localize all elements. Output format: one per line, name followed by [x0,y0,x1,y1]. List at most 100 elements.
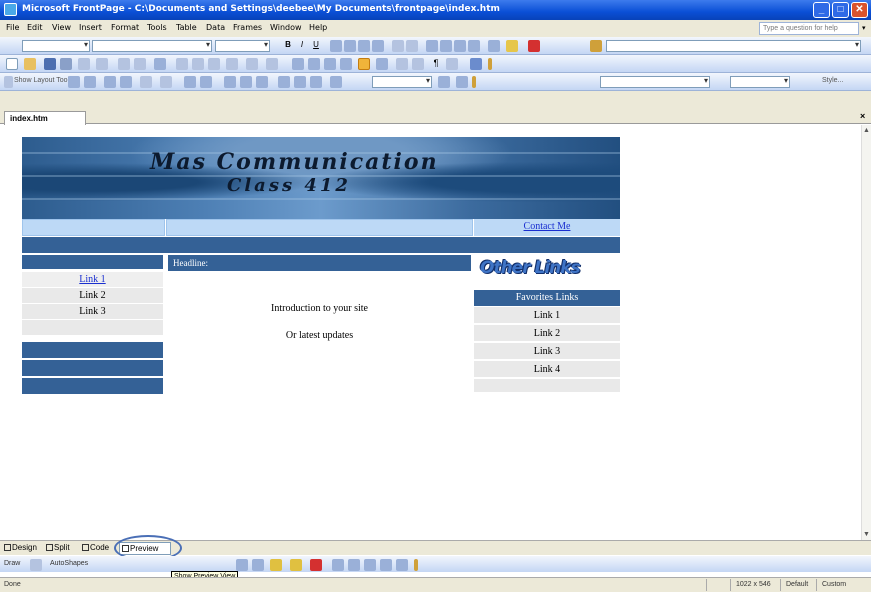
menu-frames[interactable]: Frames [233,23,262,32]
font-size-combo[interactable] [215,40,270,52]
show-layout-tool-button[interactable]: Show Layout Tool [14,77,69,84]
paste-icon[interactable] [208,58,220,70]
3d-style-icon[interactable] [396,559,408,571]
vertical-scrollbar[interactable]: ▲ ▼ [861,125,871,540]
right-link-2[interactable]: Link 2 [474,325,620,342]
hyperlink-icon[interactable] [376,58,388,70]
merge-cells-icon[interactable] [184,76,196,88]
underline-icon[interactable]: U [310,40,322,52]
stop-icon[interactable] [412,58,424,70]
draw-menu-button[interactable]: Draw [4,560,20,567]
cut-icon[interactable] [176,58,188,70]
increase-font-icon[interactable] [392,40,404,52]
insert-picture-icon[interactable] [340,58,352,70]
close-document-icon[interactable]: × [860,111,865,121]
undo-icon[interactable] [246,58,258,70]
minimize-button[interactable]: _ [813,2,830,18]
layout-cell-icon[interactable] [84,76,96,88]
print-icon[interactable] [118,58,130,70]
web-component-icon[interactable] [446,58,458,70]
refresh-icon[interactable] [396,58,408,70]
tab-split[interactable]: Split [46,543,70,552]
draw-table-icon[interactable] [104,76,116,88]
css-indicator[interactable]: Custom [822,581,846,588]
draw-font-color-icon[interactable] [310,559,322,571]
insert-columns-icon[interactable] [160,76,172,88]
autoshapes-button[interactable]: AutoShapes [50,560,88,567]
left-link-2[interactable]: Link 2 [22,288,163,304]
decrease-font-icon[interactable] [406,40,418,52]
insert-picture-draw-icon[interactable] [236,559,248,571]
center-vertically-icon[interactable] [240,76,252,88]
insert-clipart-icon[interactable] [252,559,264,571]
distribute-columns-icon[interactable] [294,76,306,88]
distribute-rows-icon[interactable] [278,76,290,88]
format-painter-icon[interactable] [226,58,238,70]
line-style-icon[interactable] [332,559,344,571]
close-button[interactable]: ✕ [851,2,868,18]
publish-icon[interactable] [78,58,90,70]
position-combo[interactable] [730,76,790,88]
style-combo[interactable] [22,40,90,52]
menu-window[interactable]: Window [270,23,302,32]
open-icon[interactable] [24,58,36,70]
shadow-style-icon[interactable] [380,559,392,571]
numbering-icon[interactable] [426,40,438,52]
fill-bucket-icon[interactable] [270,559,282,571]
font-combo[interactable] [92,40,212,52]
menu-view[interactable]: View [52,23,71,32]
align-center-icon[interactable] [344,40,356,52]
document-tab[interactable]: index.htm [4,111,86,125]
search-icon[interactable] [60,58,72,70]
eraser-icon[interactable] [120,76,132,88]
decrease-indent-icon[interactable] [454,40,466,52]
cell-properties-icon[interactable] [456,76,468,88]
page-size-indicator[interactable]: 1022 x 546 [736,581,771,588]
align-right-icon[interactable] [358,40,370,52]
increase-indent-icon[interactable] [468,40,480,52]
preview-browser-icon[interactable] [134,58,146,70]
right-link-3[interactable]: Link 3 [474,343,620,360]
justify-icon[interactable] [372,40,384,52]
fill-color-icon[interactable] [330,76,342,88]
tab-code[interactable]: Code [82,543,109,552]
table-autoformat-combo[interactable] [372,76,432,88]
scroll-down-icon[interactable]: ▼ [863,531,870,538]
bold-icon[interactable]: B [282,40,294,52]
drawing-icon[interactable] [358,58,370,70]
menu-tools[interactable]: Tools [147,23,167,32]
insert-rows-icon[interactable] [140,76,152,88]
autofit-icon[interactable] [310,76,322,88]
align-bottom-icon[interactable] [256,76,268,88]
menu-insert[interactable]: Insert [79,23,102,32]
style-button[interactable]: Style... [822,77,843,84]
tab-design[interactable]: Design [4,543,37,552]
toolbar-options-combo[interactable] [606,40,861,52]
toggle-pane-icon[interactable] [96,58,108,70]
save-icon[interactable] [44,58,56,70]
copy-icon[interactable] [192,58,204,70]
right-link-4[interactable]: Link 4 [474,361,620,378]
spelling-icon[interactable] [154,58,166,70]
redo-icon[interactable] [266,58,278,70]
font-color-icon[interactable] [528,40,540,52]
bullets-icon[interactable] [440,40,452,52]
menu-help[interactable]: Help [309,23,327,32]
menu-table[interactable]: Table [176,23,197,32]
contact-me-link[interactable]: Contact Me [474,219,620,236]
help-icon[interactable] [470,58,482,70]
schema-indicator[interactable]: Default [786,581,808,588]
maximize-button[interactable]: □ [832,2,849,18]
dash-style-icon[interactable] [348,559,360,571]
menu-data[interactable]: Data [206,23,225,32]
scroll-up-icon[interactable]: ▲ [863,127,870,134]
layer-combo[interactable] [600,76,710,88]
italic-icon[interactable]: I [296,40,308,52]
align-top-icon[interactable] [224,76,236,88]
new-page-icon[interactable] [6,58,18,70]
menu-file[interactable]: File [6,23,19,32]
layout-tool-icon[interactable] [4,76,13,88]
insert-layer-icon[interactable] [324,58,336,70]
table-properties-icon[interactable] [438,76,450,88]
frontpage-app-icon[interactable] [4,3,17,16]
